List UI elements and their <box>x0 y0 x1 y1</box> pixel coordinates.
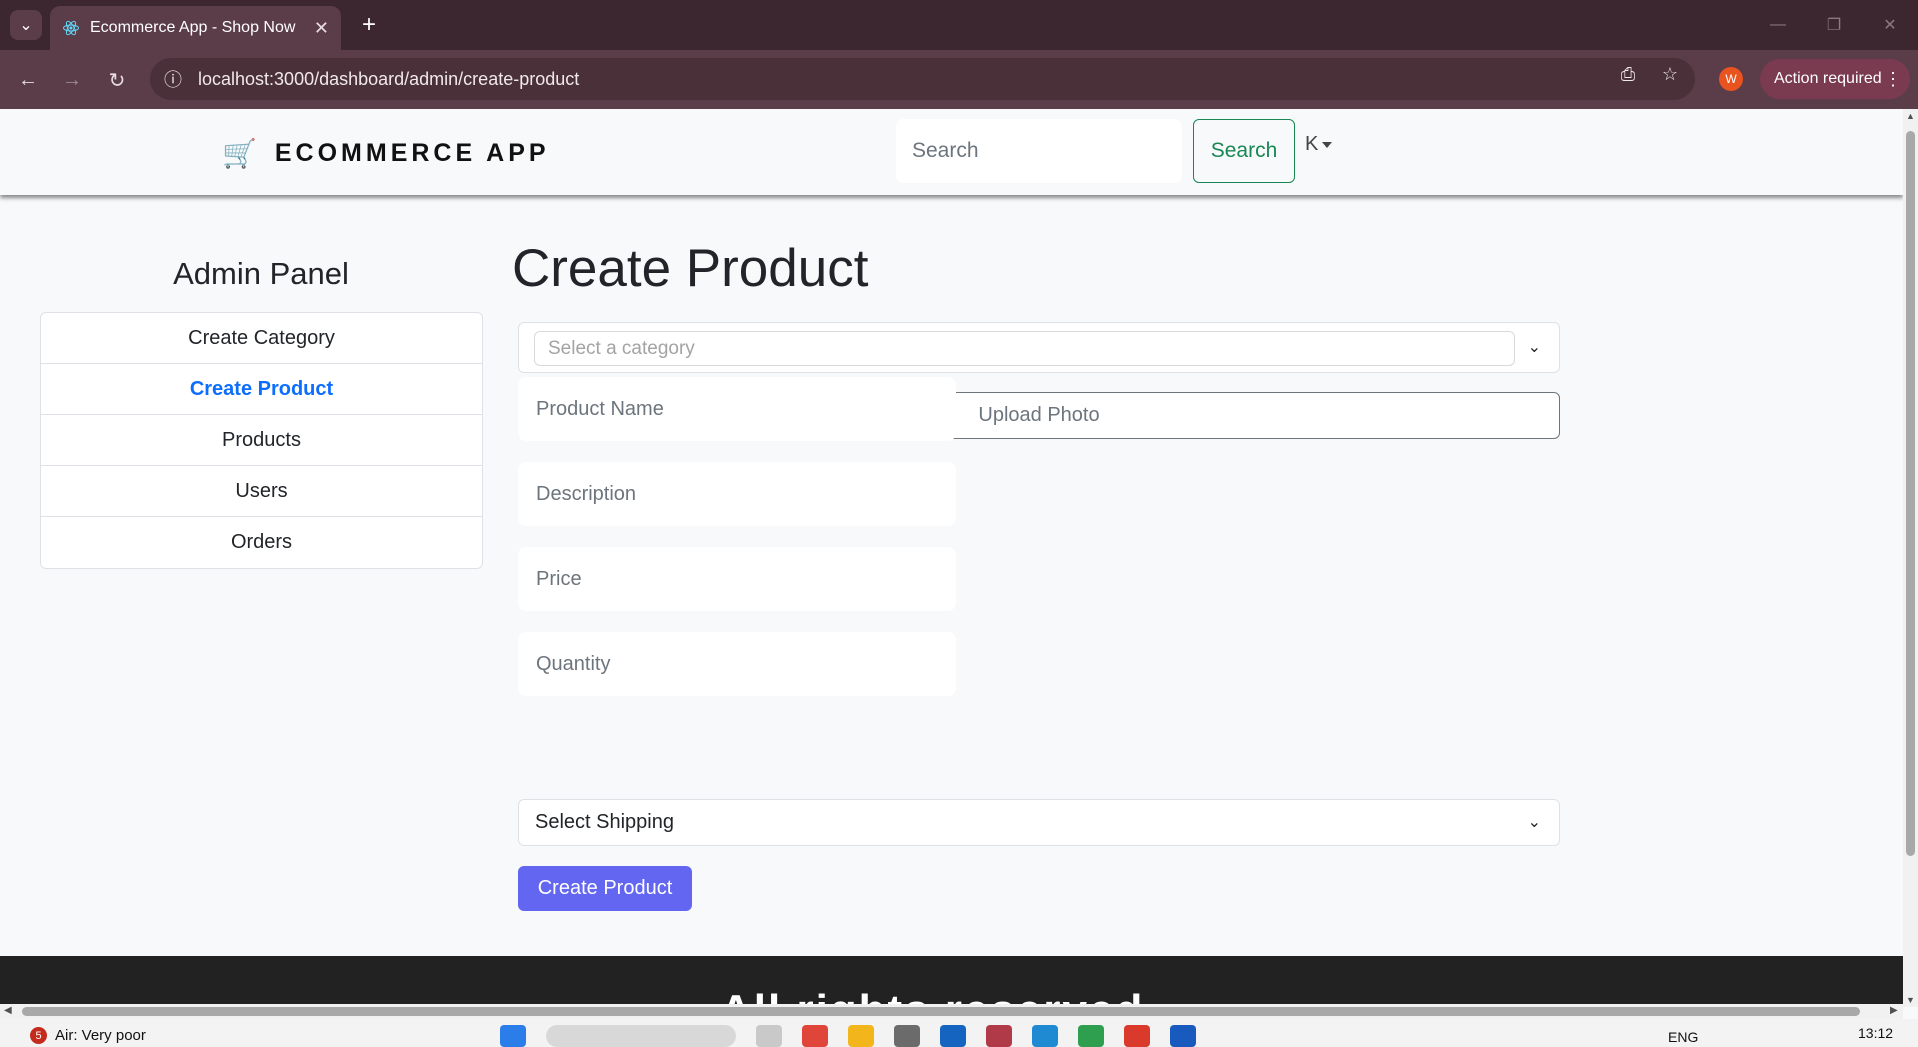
vscode-icon[interactable] <box>1032 1025 1058 1047</box>
app-icon[interactable] <box>940 1025 966 1047</box>
new-tab-button[interactable]: + <box>354 10 384 40</box>
app-icon[interactable] <box>802 1025 828 1047</box>
profile-avatar[interactable]: W <box>1719 67 1743 91</box>
close-window-icon[interactable]: ✕ <box>1862 0 1918 50</box>
forward-button[interactable]: → <box>56 64 88 96</box>
bookmark-star-icon[interactable]: ☆ <box>1659 63 1681 85</box>
create-product-button[interactable]: Create Product <box>518 866 692 911</box>
react-icon <box>63 20 79 36</box>
brand-link[interactable]: 🛒 ECOMMERCE APP <box>222 137 550 170</box>
product-name-field[interactable] <box>518 377 956 441</box>
shopping-cart-icon: 🛒 <box>222 138 257 169</box>
chevron-down-icon[interactable]: ⌄ <box>1528 337 1541 357</box>
search-input[interactable] <box>896 119 1182 183</box>
vertical-scrollbar-thumb[interactable] <box>1906 131 1915 856</box>
shipping-select-label: Select Shipping <box>535 811 674 833</box>
app-icon[interactable] <box>894 1025 920 1047</box>
admin-panel-title: Admin Panel <box>173 256 349 291</box>
sidebar-item-products[interactable]: Products <box>41 415 482 466</box>
reload-icon: ↻ <box>108 69 126 92</box>
language-indicator[interactable]: ENG <box>1668 1029 1698 1045</box>
quantity-field[interactable] <box>518 632 956 696</box>
scroll-up-icon[interactable]: ▲ <box>1906 111 1915 121</box>
caret-down-icon <box>1322 141 1333 148</box>
back-button[interactable]: ← <box>12 64 44 96</box>
sidebar-item-orders[interactable]: Orders <box>41 517 482 568</box>
admin-menu: Create Category Create Product Products … <box>40 312 483 569</box>
user-dropdown[interactable]: K <box>1305 133 1333 156</box>
tab-search-dropdown[interactable]: ⌄ <box>10 10 42 40</box>
site-footer: All rights reserved <box>0 956 1903 1007</box>
app-icon[interactable] <box>1124 1025 1150 1047</box>
page-title: Create Product <box>512 239 869 298</box>
horizontal-scrollbar[interactable]: ◀ ▶ <box>0 1004 1903 1019</box>
category-select-input[interactable]: Select a category <box>534 331 1515 366</box>
app-icon[interactable] <box>756 1025 782 1047</box>
address-bar[interactable]: ⓘ localhost:3000/dashboard/admin/create-… <box>150 58 1695 100</box>
clock[interactable]: 13:12 <box>1858 1025 1893 1041</box>
more-vert-icon[interactable]: ⋮ <box>1884 69 1902 90</box>
url-text: localhost:3000/dashboard/admin/create-pr… <box>198 68 580 89</box>
action-required-button[interactable]: Action required ⋮ <box>1760 59 1910 99</box>
shipping-select[interactable]: Select Shipping ⌄ <box>518 799 1560 846</box>
info-icon[interactable]: ⓘ <box>164 66 182 92</box>
arrow-right-icon: → <box>62 68 82 91</box>
minimize-icon[interactable]: — <box>1750 0 1806 50</box>
weather-widget[interactable]: 5 Air: Very poor <box>30 1027 146 1044</box>
browser-tab[interactable]: Ecommerce App - Shop Now ✕ <box>50 6 341 50</box>
app-icon[interactable] <box>986 1025 1012 1047</box>
category-select[interactable]: Select a category ⌄ <box>518 322 1560 373</box>
chevron-down-icon: ⌄ <box>1527 814 1541 831</box>
horizontal-scrollbar-thumb[interactable] <box>22 1007 1860 1016</box>
site-navbar: 🛒 ECOMMERCE APP Search K <box>0 109 1903 195</box>
window-controls: — ❐ ✕ <box>1750 0 1918 50</box>
sidebar-item-users[interactable]: Users <box>41 466 482 517</box>
reload-button[interactable]: ↻ <box>101 64 133 96</box>
install-app-icon[interactable]: ⎙ <box>1617 63 1639 85</box>
scroll-left-icon[interactable]: ◀ <box>4 1005 12 1016</box>
action-required-label: Action required <box>1774 70 1882 87</box>
tab-title: Ecommerce App - Shop Now <box>90 19 296 36</box>
air-quality-status: Air: Very poor <box>55 1027 146 1044</box>
sidebar-item-create-category[interactable]: Create Category <box>41 313 482 364</box>
brand-name: ECOMMERCE APP <box>274 139 550 167</box>
browser-toolbar: ← → ↻ ⓘ localhost:3000/dashboard/admin/c… <box>0 50 1918 109</box>
os-taskbar: 5 Air: Very poor ENG 13:12 <box>0 1019 1918 1047</box>
restore-icon[interactable]: ❐ <box>1806 0 1862 50</box>
close-icon[interactable]: ✕ <box>314 18 329 39</box>
search-button[interactable]: Search <box>1193 119 1295 183</box>
scroll-down-icon[interactable]: ▼ <box>1906 995 1915 1005</box>
app-icon[interactable] <box>1078 1025 1104 1047</box>
user-initial: K <box>1305 133 1319 155</box>
vertical-scrollbar[interactable]: ▲ ▼ <box>1903 109 1918 1007</box>
start-icon[interactable] <box>500 1025 526 1047</box>
description-field[interactable] <box>518 462 956 526</box>
taskbar-search[interactable] <box>546 1025 736 1047</box>
sidebar-item-create-product[interactable]: Create Product <box>41 364 482 415</box>
scroll-right-icon[interactable]: ▶ <box>1890 1005 1898 1016</box>
folder-icon[interactable] <box>848 1025 874 1047</box>
chevron-down-icon: ⌄ <box>19 17 33 34</box>
taskbar-apps <box>500 1025 1196 1047</box>
price-field[interactable] <box>518 547 956 611</box>
page-viewport: 🛒 ECOMMERCE APP Search K Admin Panel Cre… <box>0 109 1903 1007</box>
browser-tabbar: ⌄ Ecommerce App - Shop Now ✕ + — ❐ ✕ <box>0 0 1918 50</box>
arrow-left-icon: ← <box>18 68 38 91</box>
app-icon[interactable] <box>1170 1025 1196 1047</box>
notification-badge: 5 <box>30 1027 47 1044</box>
